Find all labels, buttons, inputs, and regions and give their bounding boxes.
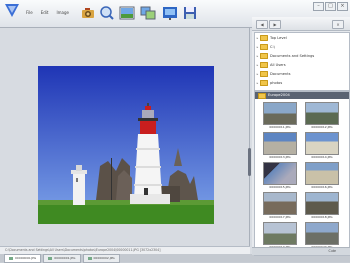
- folder-icon: [260, 71, 268, 77]
- thumbnail-image: [263, 162, 297, 185]
- panel-footer: Cute: [252, 247, 350, 255]
- folder-icon: [260, 53, 268, 59]
- menu-bar: File Edit Image: [25, 10, 70, 15]
- thumbnail-image: [263, 192, 297, 215]
- thumbnail-image: [305, 162, 339, 185]
- image-thumb-icon: [87, 257, 92, 260]
- thumbnail[interactable]: 00000016.JPG: [305, 162, 339, 192]
- folder-icon: [258, 92, 266, 99]
- thumbnail[interactable]: 00000015.JPG: [263, 162, 297, 192]
- slideshow-tool-icon[interactable]: [162, 5, 178, 21]
- tree-item[interactable]: ▸ Top Level: [255, 34, 349, 42]
- panel-splitter[interactable]: [248, 148, 251, 176]
- thumbnail-grid[interactable]: Europe2004 00000011.JPG 00000012.JPG 000…: [254, 91, 350, 256]
- app-logo-icon[interactable]: [3, 2, 21, 19]
- menu-edit[interactable]: Edit: [40, 10, 50, 15]
- thumbnail[interactable]: 00000014.JPG: [305, 132, 339, 162]
- folder-icon: [260, 62, 268, 68]
- lighthouse-photo[interactable]: [38, 66, 214, 224]
- thumbnail-image: [263, 132, 297, 155]
- status-path: C:\Documents and Settings\All Users\Docu…: [5, 248, 161, 252]
- image-thumb-icon: [48, 257, 53, 260]
- tree-item[interactable]: ▸ Documents: [255, 70, 349, 78]
- thumbnail[interactable]: 00000011.JPG: [263, 102, 297, 132]
- panel-header: ◀ ▶ ×: [252, 17, 350, 31]
- menu-image[interactable]: Image: [55, 10, 70, 15]
- panel-close-icon[interactable]: ×: [332, 20, 344, 29]
- folder-tree[interactable]: ▸ Top Level ▸ C:\ ▸ Documents and Settings …: [254, 32, 350, 91]
- window-controls: – □ ×: [313, 2, 348, 11]
- tree-item[interactable]: ▸ Documents and Settings: [255, 52, 349, 60]
- thumbnail[interactable]: 00000012.JPG: [305, 102, 339, 132]
- resize-tool-icon[interactable]: [140, 5, 156, 21]
- thumbnail-folder-header[interactable]: Europe2004: [255, 92, 349, 99]
- thumbnail[interactable]: 00000013.JPG: [263, 132, 297, 162]
- footer-label: Cute: [328, 249, 336, 253]
- maximize-button[interactable]: □: [325, 2, 336, 11]
- folder-icon: [260, 44, 268, 50]
- browser-panel: ◀ ▶ × ▸ Top Level ▸ C:\ ▸ Documents and Set…: [252, 17, 350, 256]
- tree-item[interactable]: ▸ photos: [255, 79, 349, 87]
- status-bar: C:\Documents and Settings\All Users\Docu…: [0, 246, 250, 254]
- image-viewer[interactable]: [0, 28, 251, 246]
- forward-icon[interactable]: ▶: [269, 20, 281, 29]
- thumbnail-image: [305, 102, 339, 125]
- thumbnail-image: [305, 222, 339, 245]
- zoom-tool-icon[interactable]: [99, 5, 115, 21]
- thumbnail-image: [305, 132, 339, 155]
- photo-viewer-app: File Edit Image – □ × C:\Documents and S…: [0, 0, 350, 263]
- tree-item[interactable]: ▸ All Users: [255, 61, 349, 69]
- folder-icon: [260, 80, 268, 86]
- minimize-button[interactable]: –: [313, 2, 324, 11]
- back-icon[interactable]: ◀: [256, 20, 268, 29]
- thumbnail-image: [305, 192, 339, 215]
- folder-icon: [260, 35, 268, 41]
- close-button[interactable]: ×: [337, 2, 348, 11]
- menu-file[interactable]: File: [25, 10, 34, 15]
- tree-item[interactable]: ▸ C:\: [255, 43, 349, 51]
- image-thumb-icon: [9, 257, 13, 260]
- thumbnail[interactable]: 00000018.JPG: [305, 192, 339, 222]
- thumbnail[interactable]: 00000017.JPG: [263, 192, 297, 222]
- thumbnail-image: [263, 222, 297, 245]
- camera-tool-icon[interactable]: [80, 5, 96, 21]
- thumbnail-image: [263, 102, 297, 125]
- image-tool-icon[interactable]: [119, 5, 135, 21]
- save-tool-icon[interactable]: [182, 5, 198, 21]
